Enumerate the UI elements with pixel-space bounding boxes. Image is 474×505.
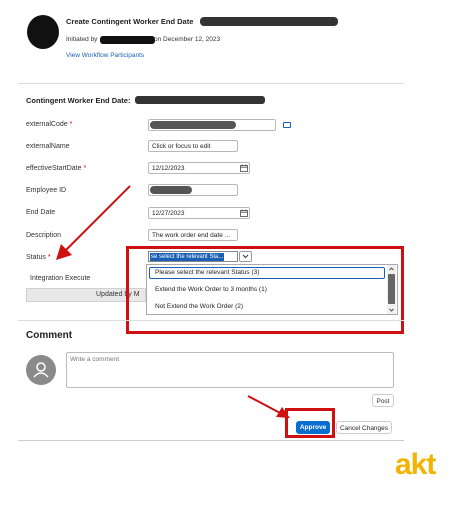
effective-start-input[interactable]: 12/12/2023 (148, 162, 250, 174)
redacted-employee-id (150, 186, 192, 194)
akt-logo: akt (395, 448, 436, 481)
view-participants-link[interactable]: View Workflow Participants (66, 52, 144, 59)
comment-title: Comment (26, 330, 73, 341)
redacted-initiator (100, 36, 155, 44)
integration-label: Integration Execute (30, 275, 91, 282)
section-title: Contingent Worker End Date: (26, 96, 131, 105)
calendar-icon[interactable] (240, 164, 248, 172)
effective-start-label: effectiveStartDate * (26, 165, 87, 172)
redacted-external-code (150, 121, 236, 129)
post-button[interactable]: Post (372, 394, 394, 407)
calendar-icon[interactable] (240, 209, 248, 217)
initiated-date: on December 12, 2023 (154, 36, 221, 43)
external-name-input[interactable]: Click or focus to edit (148, 140, 238, 152)
annotation-arrow-icon (56, 185, 131, 260)
lookup-icon[interactable] (283, 122, 291, 128)
external-code-label: externalCode * (26, 121, 73, 128)
page-title: Create Contingent Worker End Date (66, 17, 194, 26)
divider (18, 320, 404, 321)
end-date-input[interactable]: 12/27/2023 (148, 207, 250, 219)
redacted-title-suffix (200, 17, 338, 26)
divider (18, 83, 404, 84)
user-avatar (26, 355, 56, 385)
initiated-by-label: Initiated by (66, 36, 98, 43)
status-label: Status * (26, 254, 51, 261)
annotation-arrow-icon (247, 395, 290, 418)
external-name-label: externalName (26, 143, 70, 150)
cancel-changes-button[interactable]: Cancel Changes (336, 421, 392, 434)
divider (18, 440, 404, 441)
avatar (27, 15, 59, 49)
redacted-section-suffix (135, 96, 265, 104)
comment-textarea[interactable] (66, 352, 394, 388)
person-icon (33, 362, 49, 378)
description-input[interactable]: The work order end date ... (148, 229, 238, 241)
